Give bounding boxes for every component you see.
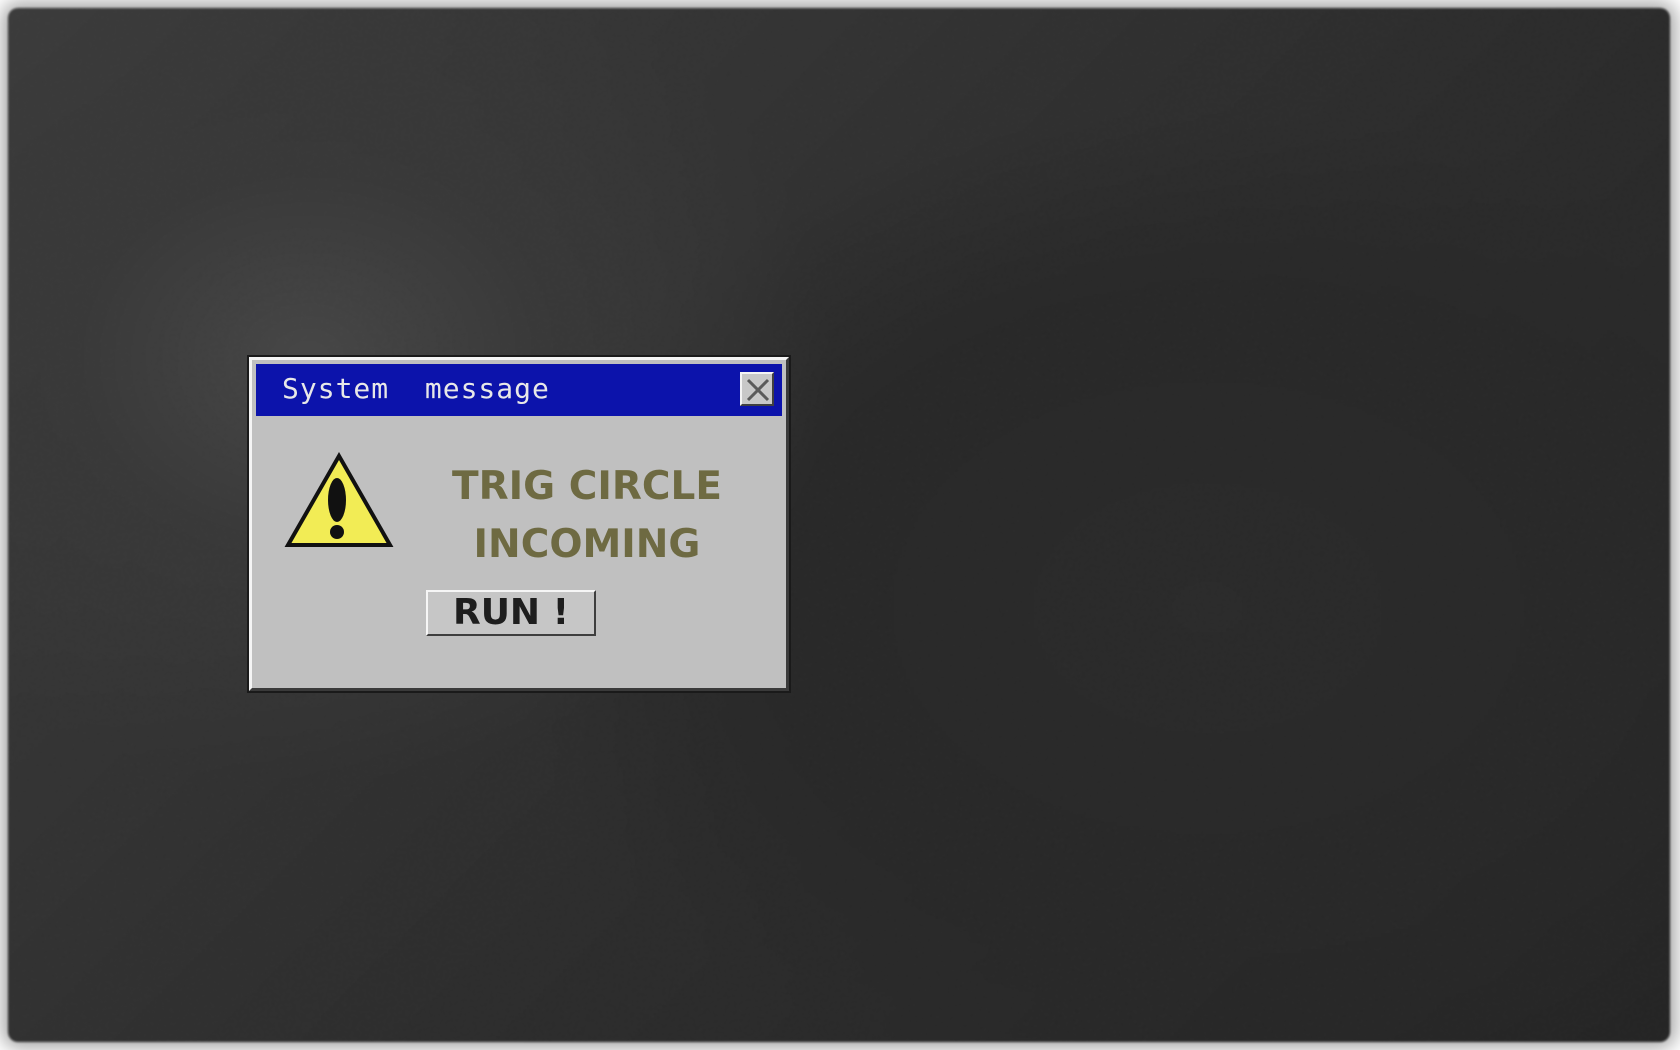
close-button[interactable]	[740, 372, 774, 406]
dialog-title: System message	[282, 372, 550, 405]
dialog-titlebar[interactable]: System message	[256, 364, 782, 416]
run-button[interactable]: RUN !	[426, 590, 596, 636]
close-icon	[746, 378, 770, 402]
system-message-dialog: System message TRIG CIRCLE INCOMING RUN …	[249, 357, 789, 691]
screen: System message TRIG CIRCLE INCOMING RUN …	[0, 0, 1680, 1050]
warning-icon	[284, 452, 394, 547]
message-line-2: INCOMING	[473, 522, 701, 567]
message-line-1: TRIG CIRCLE	[451, 464, 722, 509]
dialog-message: TRIG CIRCLE INCOMING	[422, 458, 752, 574]
